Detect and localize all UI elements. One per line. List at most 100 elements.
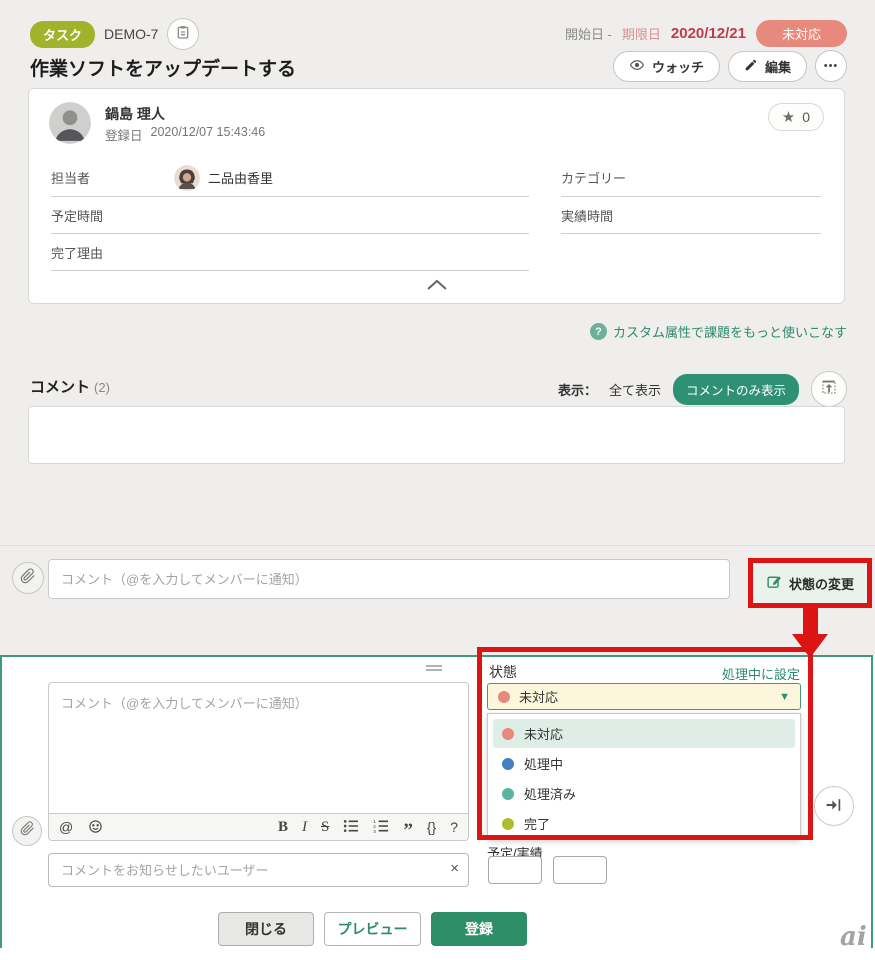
status-option-label: 処理済み (524, 787, 577, 802)
author-avatar (49, 102, 91, 144)
edit-label: 編集 (764, 59, 791, 75)
ellipsis-icon: ••• (823, 60, 839, 72)
annotation-arrow-stem (803, 608, 818, 636)
arrow-to-bar-icon (824, 795, 844, 818)
scroll-to-top-button[interactable] (811, 371, 847, 407)
numbered-list-button[interactable]: 123 (373, 819, 389, 835)
clear-icon[interactable]: × (450, 860, 459, 877)
paperclip-icon (20, 821, 35, 841)
start-date-label: 開始日 - (564, 27, 612, 42)
chevron-down-icon: ▼ (779, 690, 790, 703)
star-icon: ★ (781, 109, 796, 126)
actual-time-input[interactable] (553, 856, 607, 884)
clipboard-icon (175, 24, 191, 45)
comments-heading: コメント (2) (30, 376, 110, 397)
status-dot (502, 757, 514, 770)
estimated-time-input[interactable] (488, 856, 542, 884)
assignee-avatar (174, 164, 200, 191)
pencil-icon (744, 58, 758, 75)
mention-button[interactable]: @ (59, 820, 73, 834)
author-name: 鍋島 理人 (105, 106, 165, 122)
preview-button[interactable]: プレビュー (324, 912, 421, 946)
watch-button[interactable]: ウォッチ (612, 50, 720, 82)
status-option-label: 未対応 (524, 727, 564, 742)
status-badge: 未対応 (755, 20, 847, 47)
completion-reason-label: 完了理由 (51, 245, 104, 261)
status-option-shorichuu[interactable]: 処理中 (493, 749, 795, 778)
comments-count: (2) (94, 380, 110, 395)
editor-attach-file-button[interactable] (12, 816, 42, 846)
status-dot (502, 787, 514, 800)
close-button[interactable]: 閉じる (218, 912, 314, 946)
custom-attribute-link-label: カスタム属性で課題をもっと使いこなす (612, 325, 847, 340)
copy-issue-key-button[interactable] (167, 18, 200, 50)
issue-actions: ウォッチ 編集 ••• (612, 50, 847, 82)
status-select[interactable]: 未対応 ▼ (487, 683, 801, 710)
issue-key: DEMO-7 (104, 26, 159, 42)
dates-row: 開始日 - 期限日 2020/12/21 未対応 (565, 20, 847, 47)
bullet-list-button[interactable] (343, 819, 359, 835)
more-actions-button[interactable]: ••• (815, 50, 847, 82)
status-change-button[interactable]: 状態の変更 (748, 558, 872, 608)
planned-time-label: 予定時間 (51, 208, 104, 224)
status-change-label: 状態の変更 (788, 576, 854, 592)
issue-title: 作業ソフトをアップデートする (30, 59, 297, 80)
set-processing-link[interactable]: 処理中に設定 (487, 664, 800, 683)
field-row-category: カテゴリー (561, 159, 821, 197)
editor-toolbar: @ B I S 123 ” {} ? (48, 814, 469, 841)
actual-time-label: 実績時間 (561, 208, 614, 224)
comments-heading-label: コメント (30, 379, 91, 396)
svg-text:1: 1 (374, 819, 377, 824)
strikethrough-button[interactable]: S (321, 819, 329, 835)
due-date-label: 期限日 (621, 27, 661, 42)
registered-label: 登録日 (105, 129, 143, 143)
category-label: カテゴリー (561, 171, 627, 186)
star-button[interactable]: ★ 0 (767, 103, 824, 131)
bold-button[interactable]: B (278, 819, 288, 835)
field-row-completion-reason: 完了理由 (51, 234, 529, 271)
status-option-label: 処理中 (524, 757, 564, 772)
issue-type-badge: タスク (30, 20, 96, 48)
due-date-value: 2020/12/21 (670, 25, 746, 42)
status-dot (502, 817, 514, 830)
assignee-value: 二品由香里 (208, 171, 274, 186)
paperclip-icon (20, 567, 36, 589)
chevron-up-icon (426, 279, 448, 296)
filter-comments-only[interactable]: コメントのみ表示 (672, 373, 799, 405)
section-divider (0, 545, 875, 546)
emoji-button[interactable] (88, 819, 103, 836)
attach-file-button[interactable] (12, 562, 44, 594)
comment-textarea[interactable] (48, 682, 469, 814)
submit-button[interactable]: 登録 (431, 912, 527, 946)
assignee-label: 担当者 (51, 171, 91, 186)
eye-icon (629, 57, 645, 76)
collapse-panel-button[interactable] (814, 786, 854, 826)
status-selected-value: 未対応 (519, 690, 559, 705)
comments-list-empty (28, 406, 845, 464)
panel-top-arrow-icon (820, 378, 838, 401)
star-count: 0 (802, 109, 810, 125)
status-dropdown: 未対応 処理中 処理済み 完了 (487, 713, 801, 840)
quote-button[interactable]: ” (403, 822, 413, 840)
code-braces-button[interactable]: {} (427, 820, 436, 834)
italic-button[interactable]: I (302, 819, 307, 835)
status-option-mitaiou[interactable]: 未対応 (493, 719, 795, 748)
custom-attribute-link[interactable]: ? カスタム属性で課題をもっと使いこなす (589, 322, 847, 341)
display-label: 表示： (557, 382, 597, 398)
markdown-help-button[interactable]: ? (450, 820, 458, 834)
svg-text:2: 2 (374, 824, 377, 829)
issue-card: 鍋島 理人 登録日 2020/12/07 15:43:46 ★ 0 担当者 二品… (28, 88, 845, 304)
field-row-planned-time: 予定時間 (51, 197, 529, 234)
field-row-assignee: 担当者 二品由香里 (51, 159, 529, 197)
status-option-kanryou[interactable]: 完了 (493, 809, 795, 838)
watermark-logo: ai (840, 922, 867, 952)
status-dot (502, 727, 514, 740)
status-option-shorizumi[interactable]: 処理済み (493, 779, 795, 808)
drag-handle[interactable] (425, 660, 443, 678)
collapse-card-button[interactable] (426, 278, 448, 297)
edit-button[interactable]: 編集 (727, 50, 807, 82)
filter-show-all[interactable]: 全て表示 (609, 380, 661, 399)
notify-user-input[interactable] (48, 853, 469, 887)
status-option-label: 完了 (524, 817, 551, 832)
quick-comment-input[interactable] (48, 559, 730, 599)
